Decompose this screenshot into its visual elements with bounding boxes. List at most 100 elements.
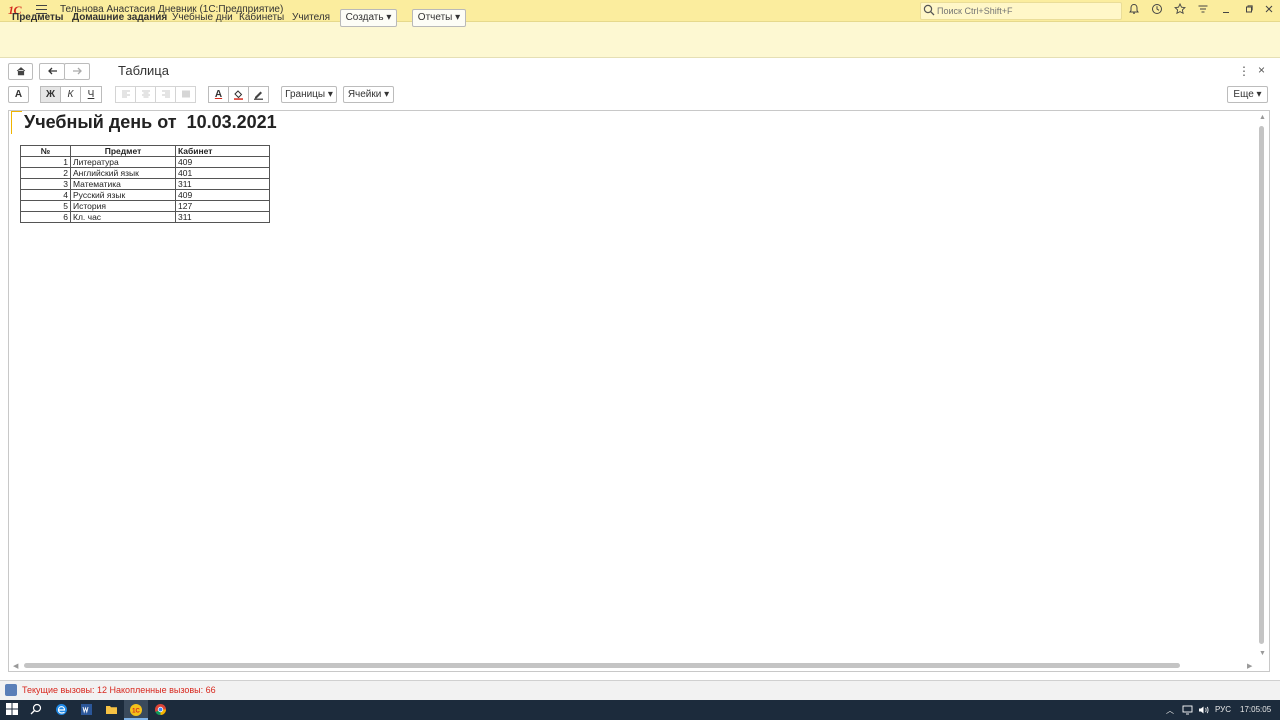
back-button[interactable] (39, 63, 65, 80)
arrow-left-icon (47, 67, 57, 75)
cell-number[interactable]: 4 (20, 189, 71, 201)
performance-icon[interactable] (5, 684, 17, 696)
functions-menu-icon[interactable] (1196, 3, 1210, 17)
section-classrooms[interactable]: Кабинеты (239, 12, 284, 23)
paint-bucket-icon (234, 90, 243, 100)
tray-expand-icon[interactable]: ︿ (1166, 705, 1174, 716)
search-icon (923, 4, 935, 16)
calls-counter: Текущие вызовы: 12 Накопленные вызовы: 6… (22, 685, 216, 695)
form-title: Таблица (118, 63, 169, 78)
table-header-row: № Предмет Кабинет (20, 145, 270, 157)
favorites-star-icon[interactable] (1173, 2, 1187, 17)
fill-color-button[interactable] (228, 86, 249, 103)
forward-button[interactable] (64, 63, 90, 80)
table-row: 1 Литература 409 (20, 156, 270, 168)
1c-app-icon[interactable]: 1C (129, 703, 143, 717)
scroll-right-icon[interactable]: ▶ (1247, 662, 1252, 670)
section-subjects[interactable]: Предметы (12, 12, 63, 23)
font-button[interactable]: A (8, 86, 29, 103)
cell-room[interactable]: 311 (175, 211, 270, 223)
more-dropdown-button[interactable]: Еще ▾ (1227, 86, 1268, 103)
cell-room[interactable]: 409 (175, 156, 270, 168)
cell-subject[interactable]: Литература (70, 156, 176, 168)
cell-room[interactable]: 401 (175, 167, 270, 179)
create-dropdown-button[interactable]: Создать ▾ (340, 9, 397, 27)
align-justify-icon (181, 90, 190, 98)
underline-button[interactable]: Ч (80, 86, 102, 103)
align-left-icon (121, 90, 130, 98)
table-row: 4 Русский язык 409 (20, 189, 270, 201)
search-box[interactable] (920, 2, 1122, 20)
network-icon[interactable] (1182, 705, 1194, 717)
table-row: 2 Английский язык 401 (20, 167, 270, 179)
cell-number[interactable]: 2 (20, 167, 71, 179)
cell-subject[interactable]: Математика (70, 178, 176, 190)
scroll-left-icon[interactable]: ◀ (13, 662, 18, 670)
bold-button[interactable]: Ж (40, 86, 61, 103)
windows-start-icon[interactable] (6, 703, 20, 717)
section-homework[interactable]: Домашние задания (72, 12, 167, 23)
taskbar-search-icon[interactable] (30, 703, 44, 717)
vertical-scrollbar[interactable] (1259, 126, 1264, 644)
reports-dropdown-button[interactable]: Отчеты ▾ (412, 9, 466, 27)
cell-subject[interactable]: Кл. час (70, 211, 176, 223)
scroll-up-icon[interactable]: ▲ (1259, 114, 1266, 121)
borders-dropdown-button[interactable]: Границы ▾ (281, 86, 337, 103)
notifications-bell-icon[interactable] (1127, 3, 1141, 17)
section-teachers[interactable]: Учителя (292, 12, 330, 23)
table-row: 5 История 127 (20, 200, 270, 212)
system-clock[interactable]: 17:05:05 (1240, 705, 1271, 714)
align-center-button[interactable] (135, 86, 156, 103)
os-taskbar (0, 700, 1280, 720)
svg-text:1C: 1C (132, 709, 140, 715)
cell-number[interactable]: 6 (20, 211, 71, 223)
cells-dropdown-button[interactable]: Ячейки ▾ (343, 86, 394, 103)
scroll-down-icon[interactable]: ▼ (1259, 650, 1266, 657)
more-actions-icon[interactable]: ⋮ (1238, 64, 1250, 78)
cell-subject[interactable]: История (70, 200, 176, 212)
volume-icon[interactable] (1198, 705, 1210, 717)
align-right-button[interactable] (155, 86, 176, 103)
restore-icon[interactable] (1242, 3, 1256, 17)
column-header-subject[interactable]: Предмет (70, 145, 176, 157)
minimize-icon[interactable] (1219, 3, 1233, 17)
text-color-button[interactable]: A (208, 86, 229, 103)
close-form-icon[interactable]: × (1258, 63, 1265, 77)
table-row: 3 Математика 311 (20, 178, 270, 190)
cell-number[interactable]: 5 (20, 200, 71, 212)
align-right-icon (161, 90, 170, 98)
active-cell-marker (11, 111, 22, 134)
file-explorer-icon[interactable] (105, 703, 119, 717)
cell-number[interactable]: 3 (20, 178, 71, 190)
lessons-table: № Предмет Кабинет 1 Литература 409 2 Анг… (20, 145, 270, 223)
edge-browser-icon[interactable] (55, 703, 69, 717)
home-button[interactable] (8, 63, 33, 80)
border-color-button[interactable] (248, 86, 269, 103)
column-header-number[interactable]: № (20, 145, 71, 157)
home-icon (16, 67, 25, 76)
word-app-icon[interactable] (80, 703, 94, 717)
column-header-room[interactable]: Кабинет (175, 145, 270, 157)
search-input[interactable] (937, 4, 1117, 18)
chrome-browser-icon[interactable] (154, 703, 168, 717)
horizontal-scrollbar[interactable] (24, 663, 1180, 668)
align-justify-button[interactable] (175, 86, 196, 103)
history-icon[interactable] (1150, 3, 1164, 17)
cell-room[interactable]: 409 (175, 189, 270, 201)
arrow-right-icon (72, 67, 82, 75)
close-window-icon[interactable] (1262, 3, 1276, 17)
cell-room[interactable]: 127 (175, 200, 270, 212)
cell-subject[interactable]: Русский язык (70, 189, 176, 201)
input-language[interactable]: РУС (1215, 705, 1231, 714)
sections-panel (0, 22, 1280, 58)
table-row: 6 Кл. час 311 (20, 211, 270, 223)
cell-number[interactable]: 1 (20, 156, 71, 168)
section-school-days[interactable]: Учебные дни (172, 12, 233, 23)
document-heading: Учебный день от 10.03.2021 (24, 112, 277, 132)
align-center-icon (141, 90, 150, 98)
pencil-icon (254, 91, 263, 100)
align-left-button[interactable] (115, 86, 136, 103)
italic-button[interactable]: К (60, 86, 81, 103)
cell-room[interactable]: 311 (175, 178, 270, 190)
cell-subject[interactable]: Английский язык (70, 167, 176, 179)
